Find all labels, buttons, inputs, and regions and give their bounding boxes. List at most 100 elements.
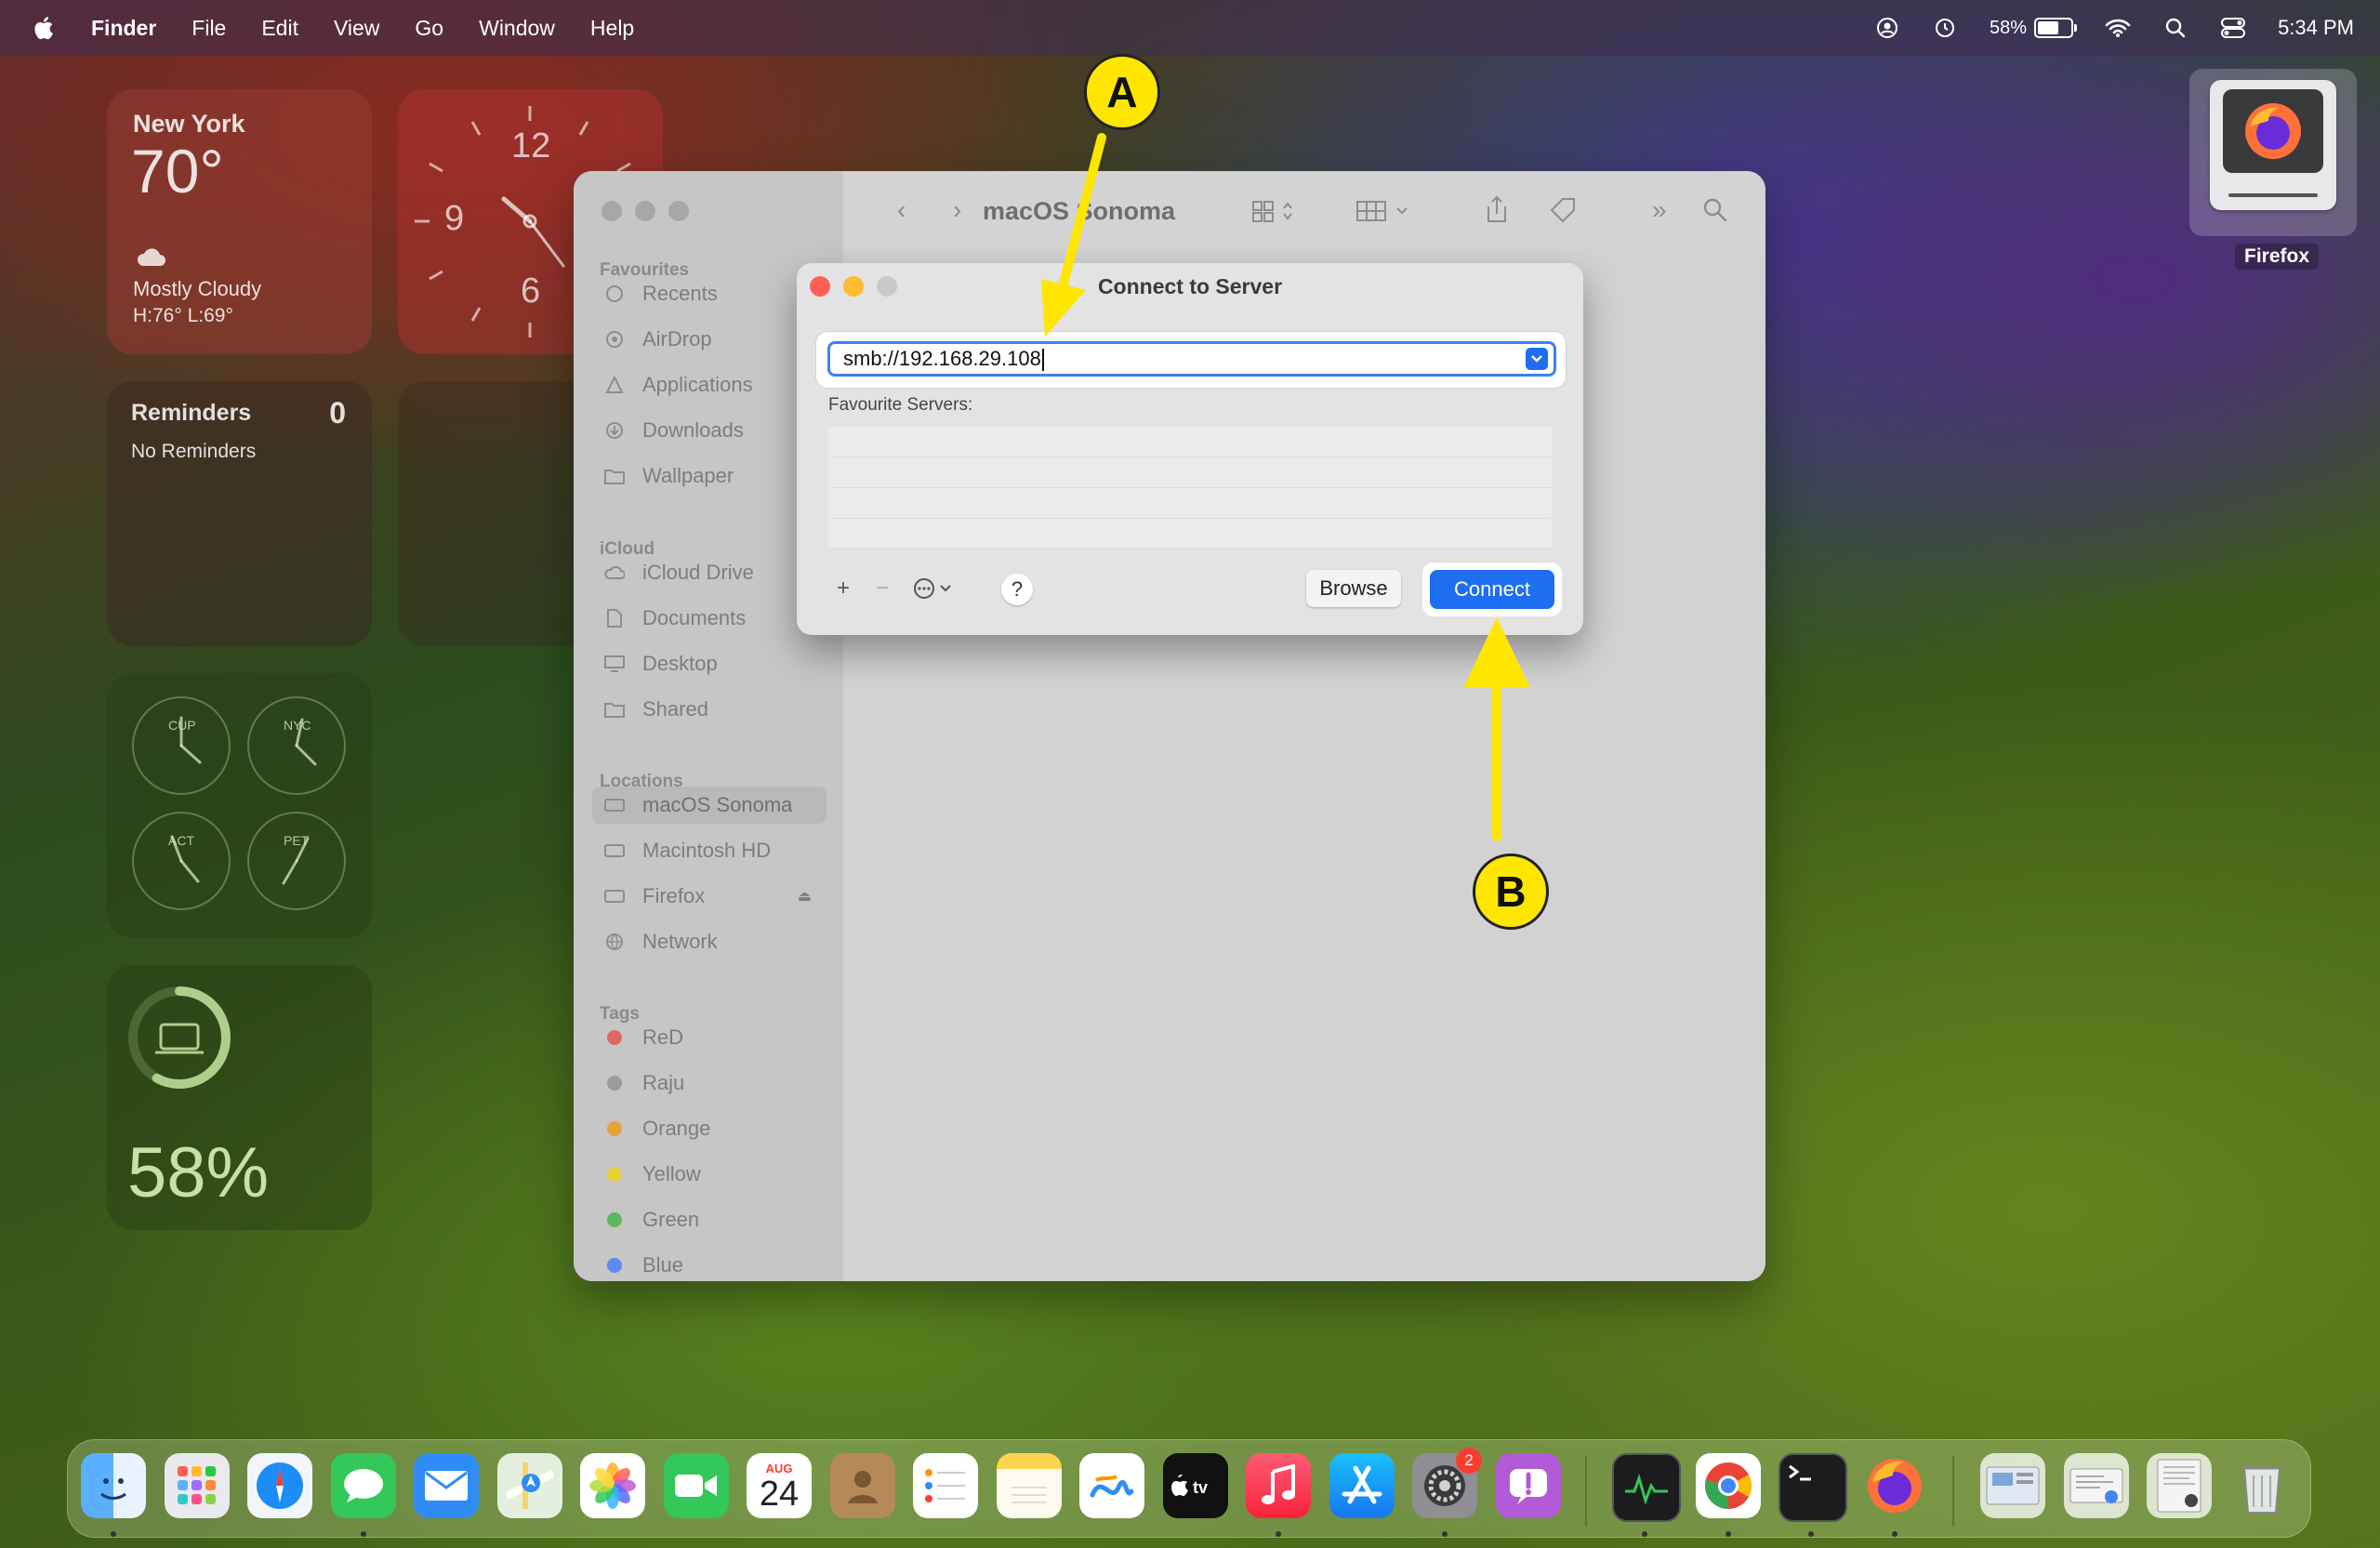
browse-button[interactable]: Browse — [1306, 570, 1401, 607]
drive-icon — [603, 887, 626, 906]
menu-go[interactable]: Go — [415, 16, 443, 41]
feedback-icon[interactable] — [1496, 1453, 1561, 1518]
sidebar-item-macos-sonoma[interactable]: macOS Sonoma — [592, 787, 826, 824]
activity-monitor-icon[interactable] — [1612, 1453, 1681, 1522]
sidebar-label: macOS Sonoma — [642, 793, 793, 816]
sidebar-item-icloud-drive[interactable]: iCloud Drive — [592, 554, 826, 591]
wifi-icon[interactable] — [2105, 15, 2131, 41]
running-indicator — [1442, 1531, 1448, 1537]
menu-file[interactable]: File — [192, 16, 226, 41]
sidebar-tag-green[interactable]: Green — [592, 1201, 826, 1238]
close-button[interactable] — [602, 201, 622, 221]
mail-icon[interactable] — [414, 1453, 479, 1518]
search-icon[interactable] — [1702, 197, 1728, 230]
sidebar-label: Downloads — [642, 418, 744, 442]
control-center-icon[interactable] — [2220, 15, 2246, 41]
world-clock-widget[interactable]: CUP NYC ACT PET — [107, 673, 372, 938]
firefox-disk-icon[interactable] — [2189, 69, 2357, 236]
sidebar-tag-orange[interactable]: Orange — [592, 1110, 826, 1147]
group-by-icon[interactable] — [1356, 199, 1416, 230]
connect-to-server-dialog[interactable]: Connect to Server smb://192.168.29.108 F… — [797, 263, 1583, 635]
more-toolbar-icon[interactable]: » — [1652, 195, 1667, 225]
photos-icon[interactable] — [580, 1453, 645, 1518]
tag-icon[interactable] — [1550, 197, 1578, 230]
maps-icon[interactable] — [497, 1453, 562, 1518]
appstore-icon[interactable] — [1329, 1453, 1395, 1518]
menu-view[interactable]: View — [334, 16, 379, 41]
sidebar-tag-blue[interactable]: Blue — [592, 1247, 826, 1281]
launchpad-icon[interactable] — [165, 1453, 230, 1518]
spotlight-search-icon[interactable] — [2162, 15, 2188, 41]
downloads-stack-icon[interactable] — [1980, 1453, 2045, 1518]
safari-icon[interactable] — [247, 1453, 312, 1518]
facetime-icon[interactable] — [664, 1453, 729, 1518]
icon-view-icon[interactable] — [1252, 199, 1299, 230]
back-icon[interactable]: ‹ — [897, 195, 906, 225]
sidebar-tag-red[interactable]: ReD — [592, 1019, 826, 1056]
sidebar-item-downloads[interactable]: Downloads — [592, 412, 826, 449]
terminal-icon[interactable] — [1778, 1453, 1847, 1522]
freeform-icon[interactable] — [1079, 1453, 1144, 1518]
firefox-icon[interactable] — [1862, 1453, 1927, 1518]
sidebar-item-airdrop[interactable]: AirDrop — [592, 321, 826, 358]
sidebar-item-applications[interactable]: Applications — [592, 366, 826, 404]
menu-edit[interactable]: Edit — [261, 16, 298, 41]
sidebar-item-desktop[interactable]: Desktop — [592, 645, 826, 682]
favourite-servers-list[interactable] — [828, 427, 1552, 549]
add-server-button[interactable]: + — [828, 574, 858, 603]
sidebar-item-recents[interactable]: Recents — [592, 275, 826, 312]
battery-widget[interactable]: 58% — [107, 965, 372, 1230]
forward-icon[interactable]: › — [953, 195, 961, 225]
sidebar-item-wallpaper[interactable]: Wallpaper — [592, 457, 826, 495]
zoom-button[interactable] — [668, 201, 689, 221]
menu-window[interactable]: Window — [479, 16, 555, 41]
battery-status[interactable]: 58% — [1990, 18, 2078, 39]
tv-icon[interactable]: tv — [1163, 1453, 1228, 1518]
apple-menu-icon[interactable] — [32, 15, 60, 41]
trash-icon[interactable] — [2229, 1453, 2294, 1518]
weather-widget[interactable]: New York 70° Mostly Cloudy H:76° L:69° — [107, 89, 372, 354]
calendar-icon[interactable]: AUG 24 — [747, 1453, 812, 1518]
sidebar-item-documents[interactable]: Documents — [592, 600, 826, 637]
eject-icon[interactable]: ⏏ — [798, 887, 812, 906]
server-address-input[interactable]: smb://192.168.29.108 — [827, 341, 1556, 377]
menu-finder[interactable]: Finder — [91, 16, 156, 41]
music-icon[interactable] — [1246, 1453, 1311, 1518]
world-clock-city: PET — [284, 833, 310, 848]
chevron-down-icon[interactable] — [1526, 348, 1548, 370]
dialog-title: Connect to Server — [1097, 274, 1283, 298]
messages-icon[interactable] — [331, 1453, 396, 1518]
folder-icon — [603, 467, 626, 485]
sidebar-item-network[interactable]: Network — [592, 923, 826, 960]
menu-help[interactable]: Help — [590, 16, 634, 41]
more-options-button[interactable] — [910, 574, 959, 603]
help-button[interactable]: ? — [1001, 574, 1033, 605]
sidebar-item-firefox[interactable]: Firefox ⏏ — [592, 878, 826, 915]
clock-icon — [603, 284, 626, 303]
sidebar-label: Blue — [642, 1253, 684, 1277]
contacts-icon[interactable] — [830, 1453, 895, 1518]
running-indicator — [1892, 1531, 1897, 1537]
sidebar-item-shared[interactable]: Shared — [592, 691, 826, 728]
documents-stack-icon[interactable] — [2064, 1453, 2129, 1518]
sidebar-item-macintosh-hd[interactable]: Macintosh HD — [592, 832, 826, 869]
time-machine-icon[interactable] — [1932, 15, 1958, 41]
remove-server-button[interactable]: − — [867, 574, 897, 603]
menu-clock[interactable]: 5:34 PM — [2278, 16, 2354, 40]
sidebar-tag-raju[interactable]: Raju — [592, 1065, 826, 1102]
connect-button[interactable]: Connect — [1430, 570, 1554, 609]
user-account-icon[interactable] — [1874, 15, 1900, 41]
text-caret — [1041, 349, 1044, 372]
notes-icon[interactable] — [997, 1453, 1062, 1518]
reminders-icon[interactable] — [913, 1453, 978, 1518]
share-icon[interactable] — [1485, 195, 1509, 230]
screenshots-stack-icon[interactable] — [2147, 1453, 2212, 1518]
chrome-icon[interactable] — [1696, 1453, 1761, 1518]
sidebar-tag-yellow[interactable]: Yellow — [592, 1156, 826, 1193]
battery-widget-percent: 58% — [127, 1133, 270, 1212]
finder-icon[interactable] — [81, 1453, 146, 1518]
battery-icon — [2034, 18, 2078, 38]
reminders-widget[interactable]: Reminders 0 No Reminders — [107, 381, 372, 646]
minimize-button[interactable] — [635, 201, 655, 221]
disk-label[interactable]: Firefox — [2235, 244, 2320, 270]
